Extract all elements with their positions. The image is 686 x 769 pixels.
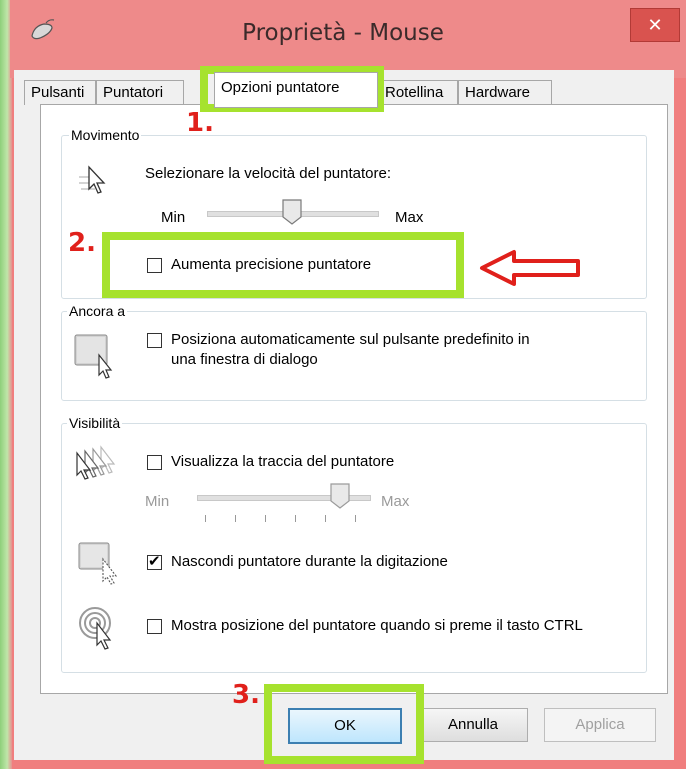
highlight-step2: [102, 232, 464, 298]
group-ancora: [61, 311, 647, 401]
snap-to-label-line2[interactable]: una finestra di dialogo: [171, 351, 318, 368]
step1-label: 1.: [186, 108, 214, 138]
trail-checkbox[interactable]: [147, 455, 162, 470]
highlight-step3: [264, 684, 424, 764]
close-button[interactable]: ✕: [630, 8, 680, 42]
trail-slider-ticks: [197, 515, 369, 523]
trail-min-label: Min: [145, 493, 170, 510]
speed-label: Selezionare la velocità del puntatore:: [145, 165, 391, 182]
tab-hardware[interactable]: Hardware: [458, 80, 552, 105]
snap-to-default-icon: [74, 334, 113, 379]
window-title: Proprietà - Mouse: [242, 20, 444, 46]
tab-rotellina[interactable]: Rotellina: [378, 80, 458, 105]
apply-button[interactable]: Applica: [544, 708, 656, 742]
trail-max-label: Max: [381, 493, 410, 510]
group-title-visibilita: Visibilità: [67, 415, 123, 431]
snap-to-checkbox[interactable]: [147, 333, 162, 348]
speed-min-label: Min: [161, 209, 186, 226]
speed-max-label: Max: [395, 209, 424, 226]
pointer-speed-icon: [79, 165, 106, 194]
ctrl-locate-checkbox[interactable]: [147, 619, 162, 634]
ctrl-locate-icon: [79, 607, 112, 650]
cancel-button[interactable]: Annulla: [418, 708, 528, 742]
tab-content-panel: Movimento Selezionare la velocità del pu…: [40, 104, 668, 694]
hide-while-typing-label[interactable]: Nascondi puntatore durante la digitazion…: [171, 553, 448, 570]
ctrl-locate-label[interactable]: Mostra posizione del puntatore quando si…: [171, 617, 583, 634]
step3-label: 3.: [232, 680, 260, 710]
red-arrow-icon: [480, 250, 580, 286]
speed-slider-thumb[interactable]: [282, 199, 302, 225]
desktop-background: [0, 0, 12, 769]
pointer-trail-icon: [76, 445, 116, 480]
group-title-ancora: Ancora a: [67, 303, 128, 319]
hide-while-typing-checkbox[interactable]: [147, 552, 162, 570]
tab-puntatori[interactable]: Puntatori: [96, 80, 184, 105]
snap-to-label-line1[interactable]: Posiziona automaticamente sul pulsante p…: [171, 331, 530, 348]
trail-slider-thumb[interactable]: [330, 483, 350, 509]
group-title-movimento: Movimento: [69, 127, 142, 143]
hide-pointer-icon: [78, 542, 118, 585]
step2-label: 2.: [68, 228, 96, 258]
tab-pulsanti[interactable]: Pulsanti: [24, 80, 96, 105]
tab-opzioni-puntatore[interactable]: Opzioni puntatore: [214, 72, 378, 108]
trail-label[interactable]: Visualizza la traccia del puntatore: [171, 453, 394, 470]
